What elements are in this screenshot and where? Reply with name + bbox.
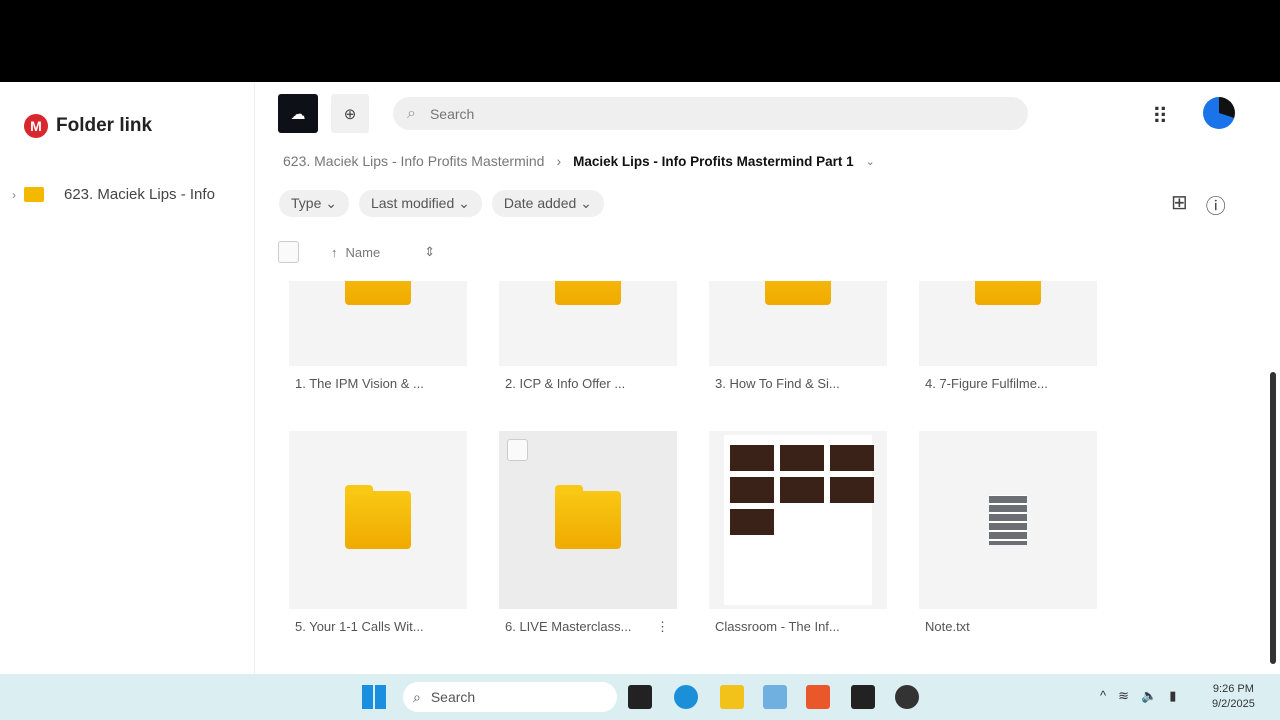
file-explorer-icon[interactable] (720, 685, 744, 709)
sidebar-tree-item[interactable]: › 623. Maciek Lips - Info (12, 186, 215, 203)
grid-item[interactable]: 1. The IPM Vision & ... (289, 281, 467, 391)
search-icon: ⌕ (407, 104, 416, 122)
grid-item[interactable]: 2. ICP & Info Offer ... (499, 281, 677, 391)
grid-item[interactable]: 6. LIVE Masterclass... ⋮ (499, 431, 677, 635)
sort-arrow-up-icon[interactable]: ↑ (331, 245, 338, 260)
search-input[interactable] (429, 105, 611, 122)
grid-item[interactable]: Classroom - The Inf... (709, 431, 887, 634)
sidebar: M Folder link › 623. Maciek Lips - Info (0, 82, 255, 674)
folder-icon (765, 281, 831, 305)
wifi-icon[interactable]: ≋ (1118, 688, 1129, 704)
app-icon[interactable] (895, 685, 919, 709)
filter-label: Last modified (370, 195, 455, 211)
more-options-icon[interactable]: ⋮ (656, 619, 669, 635)
item-name: 5. Your 1-1 Calls Wit... (295, 619, 424, 634)
grid-item[interactable]: Note.txt (919, 431, 1097, 634)
notepad-icon[interactable] (763, 685, 787, 709)
cloud-icon: ☁ (290, 105, 306, 123)
folder-icon (555, 281, 621, 305)
battery-icon[interactable]: ▮ (1169, 688, 1176, 704)
edge-icon[interactable] (674, 685, 698, 709)
logo[interactable]: M Folder link (24, 114, 152, 138)
item-checkbox[interactable] (507, 439, 528, 461)
taskbar: ⌕ Search ^ ≋ 🔈 ▮ 9:26 PM 9/2/2025 (0, 674, 1280, 720)
sort-toggle-icon[interactable]: ⇕ (424, 244, 435, 260)
breadcrumb: 623. Maciek Lips - Info Profits Mastermi… (283, 153, 875, 169)
filter-bar: Type ⌄ Last modified ⌄ Date added ⌄ (279, 190, 604, 217)
sort-name-label[interactable]: Name (346, 245, 381, 260)
item-name: Classroom - The Inf... (715, 619, 840, 634)
filter-type[interactable]: Type ⌄ (279, 190, 349, 217)
filter-label: Date added (503, 195, 577, 211)
search-bar[interactable]: ⌕ (393, 97, 1028, 130)
windows-start-icon[interactable] (362, 685, 386, 709)
apps-grid-icon[interactable]: ⠿ (1152, 104, 1168, 130)
clock[interactable]: 9:26 PM 9/2/2025 (1212, 682, 1255, 712)
grid-item[interactable]: 4. 7-Figure Fulfilme... (919, 281, 1097, 391)
breadcrumb-current[interactable]: Maciek Lips - Info Profits Mastermind Pa… (573, 154, 854, 169)
view-controls: ⊞ ⓘ (1171, 190, 1226, 219)
mega-logo-icon: M (24, 114, 48, 138)
item-name: 2. ICP & Info Offer ... (505, 376, 626, 391)
main-panel: ☁ ⊕ ⌕ ⠿ 623. Maciek Lips - Info Profits … (255, 82, 1280, 674)
folder-icon (345, 281, 411, 305)
chevron-up-icon[interactable]: ^ (1100, 688, 1106, 704)
tree-item-label: 623. Maciek Lips - Info (64, 186, 215, 203)
app-window: M Folder link › 623. Maciek Lips - Info … (0, 82, 1280, 674)
filter-label: Type (291, 195, 322, 211)
image-thumbnail (724, 435, 874, 605)
upload-button[interactable]: ⊕ (331, 94, 369, 133)
folder-icon (975, 281, 1041, 305)
filter-last-modified[interactable]: Last modified ⌄ (358, 190, 482, 217)
grid-item[interactable]: 5. Your 1-1 Calls Wit... (289, 431, 467, 634)
time: 9:26 PM (1212, 683, 1254, 695)
item-name: Note.txt (925, 619, 970, 634)
chevron-right-icon: › (556, 153, 562, 169)
info-icon[interactable]: ⓘ (1206, 190, 1226, 219)
scrollbar[interactable] (1270, 372, 1276, 664)
taskbar-search[interactable]: ⌕ Search (403, 682, 617, 712)
file-grid: 1. The IPM Vision & ... 2. ICP & Info Of… (289, 281, 1109, 674)
item-name: 4. 7-Figure Fulfilme... (925, 376, 1048, 391)
breadcrumb-parent[interactable]: 623. Maciek Lips - Info Profits Mastermi… (283, 153, 544, 169)
folder-icon (555, 485, 621, 549)
upload-icon: ⊕ (343, 105, 357, 123)
list-header: ↑ Name ⇕ (278, 241, 435, 263)
item-name: 6. LIVE Masterclass... (505, 619, 632, 634)
app-title: Folder link (56, 115, 153, 136)
grid-view-icon[interactable]: ⊞ (1171, 190, 1188, 219)
search-icon: ⌕ (413, 688, 421, 705)
folder-icon (345, 485, 411, 549)
folder-icon (24, 187, 44, 202)
chevron-down-icon[interactable]: ⌄ (866, 155, 875, 168)
cloud-drive-button[interactable]: ☁ (278, 94, 318, 133)
filter-date-added[interactable]: Date added ⌄ (491, 190, 604, 217)
sticky-notes-icon[interactable] (851, 685, 875, 709)
avatar[interactable] (1203, 97, 1235, 129)
taskbar-search-label: Search (430, 689, 476, 705)
grid-item[interactable]: 3. How To Find & Si... (709, 281, 887, 391)
item-name: 1. The IPM Vision & ... (295, 376, 424, 391)
chevron-right-icon[interactable]: › (12, 188, 16, 202)
system-tray: ^ ≋ 🔈 ▮ (1100, 688, 1176, 704)
brave-icon[interactable] (806, 685, 830, 709)
task-view-icon[interactable] (628, 685, 652, 709)
date: 9/2/2025 (1212, 698, 1255, 710)
volume-icon[interactable]: 🔈 (1141, 688, 1157, 704)
select-all-checkbox[interactable] (278, 241, 299, 263)
text-file-icon (979, 487, 1037, 553)
item-name: 3. How To Find & Si... (715, 376, 840, 391)
